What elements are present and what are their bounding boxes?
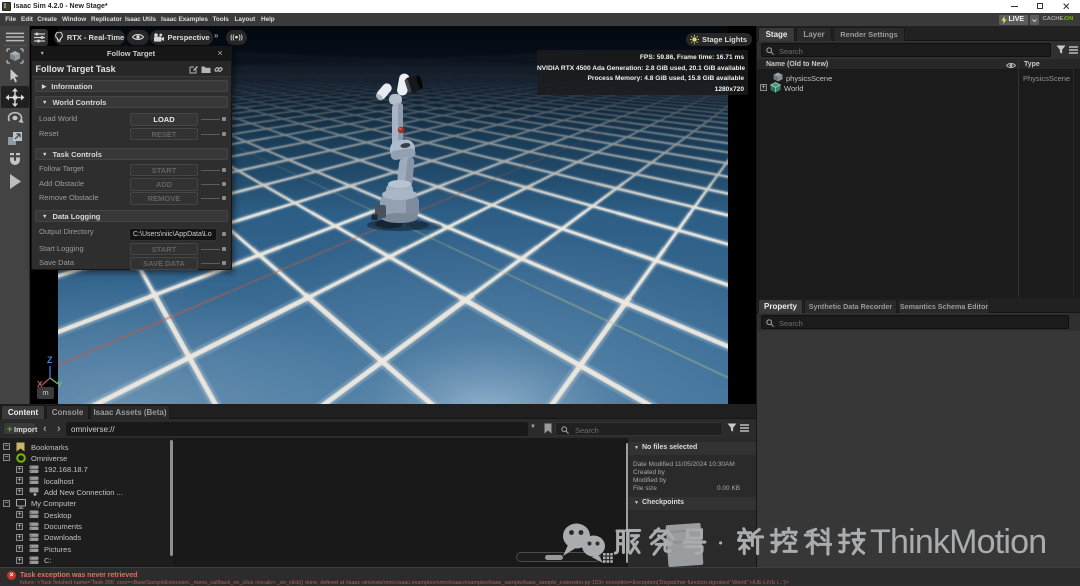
svg-text:Y: Y bbox=[57, 380, 63, 390]
svg-text:Z: Z bbox=[47, 355, 53, 365]
